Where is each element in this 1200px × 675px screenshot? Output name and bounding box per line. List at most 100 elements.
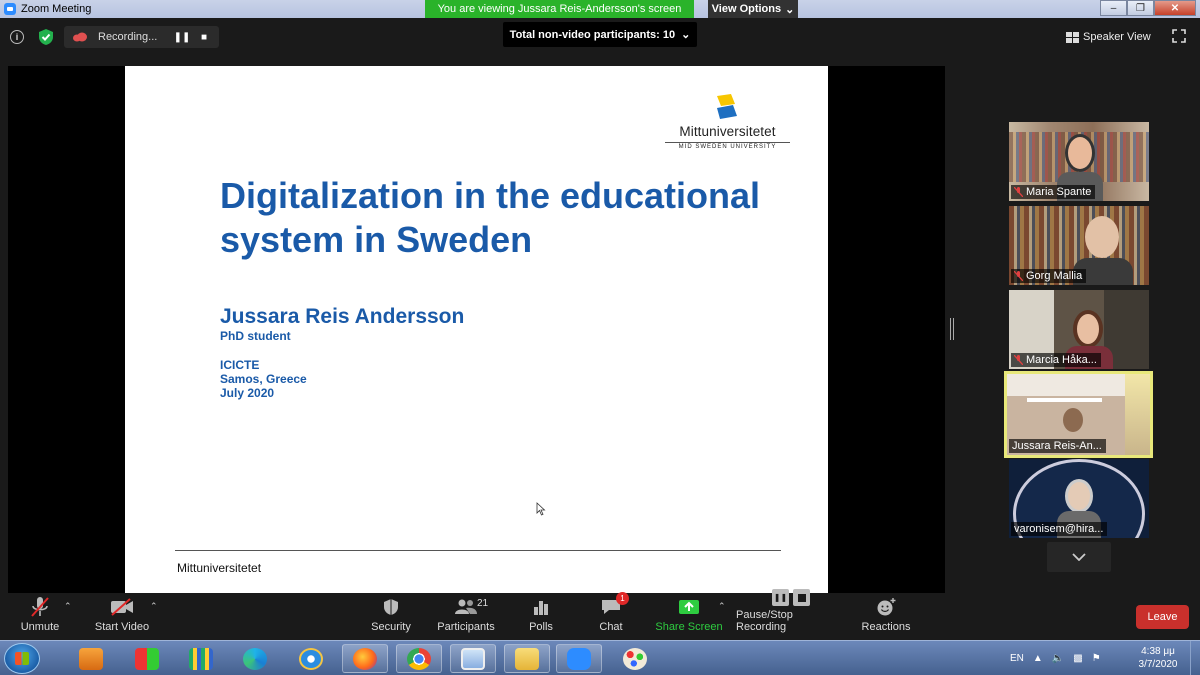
participants-icon [455, 599, 477, 614]
taskbar-internet-explorer[interactable] [288, 644, 334, 673]
folder-icon [515, 647, 539, 670]
encryption-shield-icon[interactable] [38, 28, 54, 46]
conference-location: Samos, Greece [220, 372, 307, 386]
slide-title: Digitalization in the educational system… [220, 174, 800, 262]
pause-stop-recording-button[interactable]: ❚❚ Pause/Stop Recording [736, 589, 846, 639]
chevron-down-icon [1072, 553, 1086, 561]
restore-button[interactable]: ❐ [1127, 0, 1154, 16]
participant-name-label: Marcia Håka... [1011, 353, 1101, 367]
logo-name: Mittuniversitetet [679, 124, 776, 139]
nonvideo-participants-button[interactable]: Total non-video participants: 10 ⌄ [503, 22, 697, 47]
participant-tile[interactable]: Maria Spante [1009, 122, 1149, 201]
video-options-caret[interactable]: ⌃ [150, 601, 158, 612]
participants-button[interactable]: 21 Participants [436, 595, 496, 639]
share-options-caret[interactable]: ⌃ [718, 601, 726, 612]
unmute-button[interactable]: Unmute [14, 595, 66, 639]
reactions-label: Reactions [861, 621, 911, 633]
window-title: Zoom Meeting [21, 3, 92, 15]
share-screen-button[interactable]: Share Screen [654, 595, 724, 639]
view-options-button[interactable]: View Options ⌄ [708, 0, 798, 18]
slide-title-line2: system in Sweden [220, 219, 533, 260]
polls-label: Polls [529, 621, 553, 633]
taskbar-paint[interactable] [612, 644, 658, 673]
pause-stop-recording-label: Pause/Stop Recording [736, 609, 793, 633]
share-screen-label: Share Screen [655, 621, 723, 633]
participant-name-label: Gorg Mallia [1011, 269, 1087, 283]
firefox-icon [353, 647, 377, 670]
security-label: Security [371, 621, 411, 633]
logo-mark-icon [717, 94, 737, 119]
start-video-label: Start Video [94, 621, 150, 633]
view-options-label: View Options [711, 3, 782, 15]
shared-screen: Mittuniversitetet MID SWEDEN UNIVERSITY … [8, 66, 945, 593]
reactions-button[interactable]: Reactions [858, 595, 914, 639]
taskbar-chrome[interactable] [396, 644, 442, 673]
pause-recording-button[interactable]: ❚❚ [174, 29, 191, 45]
chevron-down-icon: ⌄ [681, 29, 691, 41]
recording-label: Recording... [98, 31, 158, 43]
network-icon[interactable]: ▩ [1073, 653, 1082, 664]
system-clock[interactable]: 4:38 μμ 3/7/2020 [1133, 645, 1183, 671]
taskbar-zoom[interactable] [556, 644, 602, 673]
participant-tile[interactable]: varonisem@hira... [1009, 459, 1149, 538]
slide-role: PhD student [220, 329, 291, 343]
window-controls: – ❐ ✕ [1100, 0, 1196, 16]
meeting-toolbar: Unmute ⌃ Start Video ⌃ Security 21 Parti… [0, 589, 1200, 640]
unmute-label: Unmute [20, 621, 60, 633]
audio-options-caret[interactable]: ⌃ [64, 601, 72, 612]
info-icon[interactable]: i [10, 30, 24, 44]
grid-icon [1066, 31, 1079, 43]
taskbar-media-player[interactable] [68, 644, 114, 673]
windows-app-icon [135, 647, 159, 670]
start-button[interactable] [4, 643, 40, 674]
chat-unread-badge: 1 [616, 592, 629, 605]
paint-icon [623, 647, 647, 670]
scroll-participants-down-button[interactable] [1047, 542, 1111, 572]
speaker-view-button[interactable]: Speaker View [1066, 27, 1162, 47]
panel-resize-handle[interactable] [950, 318, 954, 340]
taskbar-file-explorer[interactable] [504, 644, 550, 673]
participant-tile[interactable]: Marcia Håka... [1009, 290, 1149, 369]
pause-icon: ❚❚ [772, 589, 789, 606]
taskbar-library[interactable] [178, 644, 224, 673]
logo-subtitle: MID SWEDEN UNIVERSITY [665, 142, 790, 150]
start-video-button[interactable]: Start Video [92, 595, 152, 639]
participants-label: Participants [437, 621, 495, 633]
slide-footer: Mittuniversitetet [177, 561, 262, 575]
taskbar-photo-viewer[interactable] [450, 644, 496, 673]
participants-count: 21 [477, 598, 489, 609]
taskbar-windows-app[interactable] [124, 644, 170, 673]
participant-tile[interactable]: Gorg Mallia [1009, 206, 1149, 285]
university-logo: Mittuniversitetet MID SWEDEN UNIVERSITY [665, 94, 790, 154]
cloud-recording-icon [73, 32, 87, 42]
muted-mic-icon [1014, 187, 1023, 197]
windows-taskbar: EN ▲ 🔈 ▩ ⚑ 4:38 μμ 3/7/2020 [0, 640, 1200, 675]
muted-mic-icon [1014, 271, 1023, 281]
mouse-cursor-icon [536, 502, 546, 516]
show-desktop-button[interactable] [1190, 641, 1200, 675]
security-button[interactable]: Security [368, 595, 414, 639]
volume-icon[interactable]: 🔈 [1052, 653, 1064, 664]
close-window-button[interactable]: ✕ [1154, 0, 1196, 16]
stop-recording-button[interactable]: ■ [196, 29, 212, 45]
smiley-plus-icon [877, 598, 896, 616]
participant-name-label: Maria Spante [1011, 185, 1096, 199]
zoom-window: Zoom Meeting You are viewing Jussara Rei… [0, 0, 1200, 675]
active-speaker-tile[interactable]: Jussara Reis-An... [1004, 371, 1153, 458]
edge-icon [243, 647, 267, 670]
clock-date: 3/7/2020 [1138, 659, 1178, 670]
minimize-button[interactable]: – [1100, 0, 1127, 16]
taskbar-edge[interactable] [232, 644, 278, 673]
flag-icon[interactable]: ⚑ [1092, 653, 1101, 664]
taskbar-firefox[interactable] [342, 644, 388, 673]
internet-explorer-icon [299, 647, 323, 670]
polls-button[interactable]: Polls [522, 595, 560, 639]
meeting-topbar: i Recording... ❚❚ ■ Total non-video part… [0, 18, 1200, 64]
show-hidden-icons-icon[interactable]: ▲ [1033, 653, 1043, 664]
fullscreen-icon[interactable] [1172, 29, 1186, 43]
zoom-app-icon [4, 3, 16, 15]
chat-button[interactable]: 1 Chat [592, 592, 630, 639]
stop-icon [793, 589, 810, 606]
language-indicator[interactable]: EN [1010, 653, 1024, 664]
leave-meeting-button[interactable]: Leave [1136, 605, 1189, 629]
